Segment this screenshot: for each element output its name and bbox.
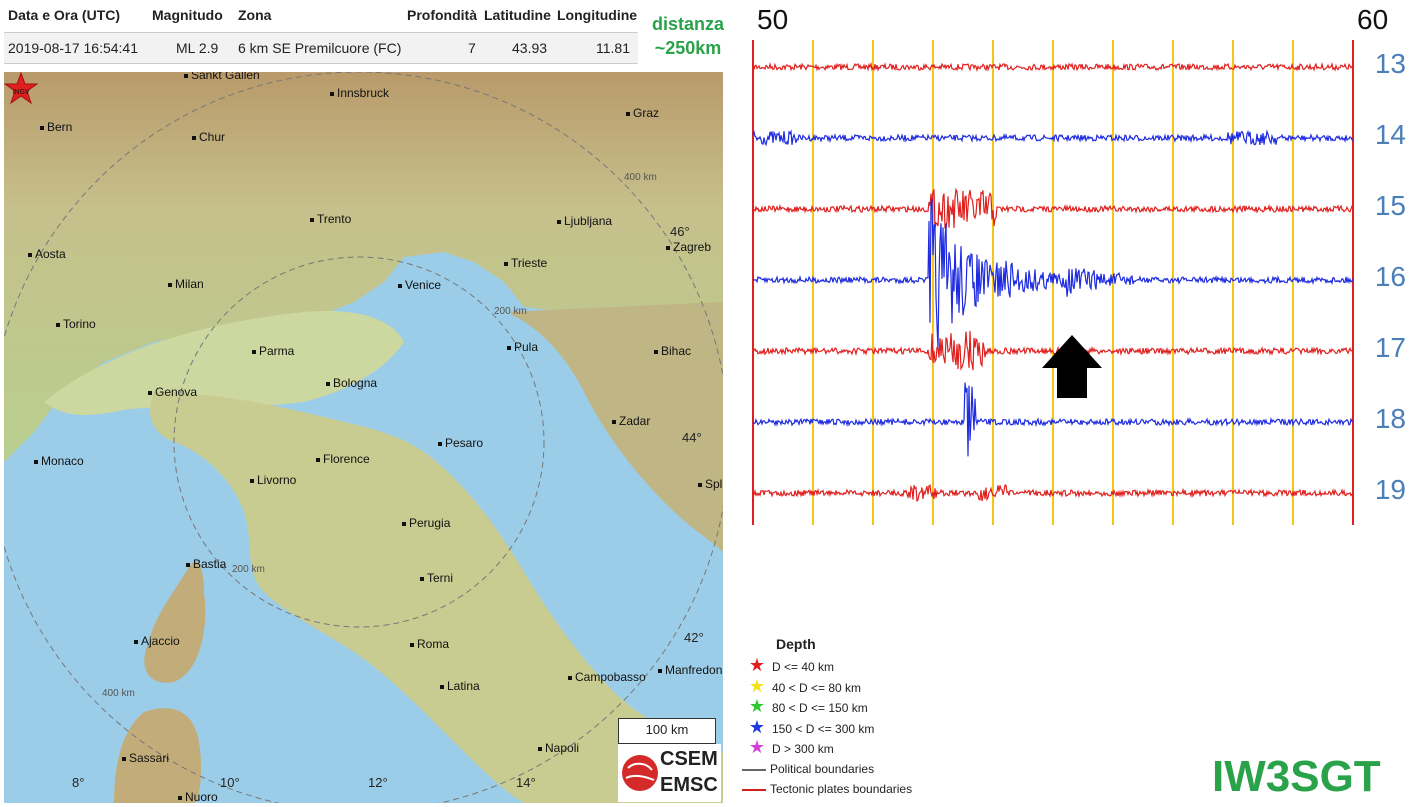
grid-label-42n: 42° (684, 630, 704, 645)
legend-item-political: Political boundaries (742, 762, 874, 776)
grid-label-46n: 46° (670, 224, 690, 239)
logo-csem: CSEM (660, 748, 718, 770)
legend-title: Depth (776, 636, 816, 652)
city-bihac: Bihac (654, 344, 691, 358)
col-depth-header: Profondità (407, 7, 477, 23)
epicenter-map[interactable]: Sankt Gallen Innsbruck Bern Chur Graz Tr… (4, 72, 723, 803)
col-magnitude-header: Magnitudo (152, 7, 223, 23)
ring-label-400km-sw: 400 km (102, 688, 135, 699)
city-trento: Trento (310, 212, 351, 226)
ring-label-400km-ne: 400 km (624, 172, 657, 183)
table-header-row: Data e Ora (UTC) Magnitudo Zona Profondi… (4, 0, 638, 30)
csem-emsc-logo: CSEM EMSC (618, 744, 721, 802)
city-ljubljana: Ljubljana (557, 214, 612, 228)
scale-bar: 100 km (618, 718, 716, 744)
cell-depth: 7 (468, 40, 476, 56)
scale-bar-label: 100 km (645, 722, 689, 737)
city-roma: Roma (410, 637, 449, 651)
city-florence: Florence (316, 452, 370, 466)
distance-label-line1: distanza (651, 14, 725, 34)
city-bologna: Bologna (326, 376, 377, 390)
city-livorno: Livorno (250, 473, 296, 487)
magenta-star-icon: ★ (748, 737, 766, 757)
city-bastia: Bastia (186, 557, 226, 571)
city-campobasso: Campobasso (568, 670, 646, 684)
city-sassari: Sassari (122, 751, 169, 765)
seismogram-panel: 50 60 13 14 15 16 17 18 19 (737, 0, 1410, 560)
legend-item-d300: ★ 150 < D <= 300 km (742, 717, 874, 738)
city-trieste: Trieste (504, 256, 547, 270)
yellow-star-icon: ★ (748, 676, 766, 696)
green-star-icon: ★ (748, 696, 766, 716)
grid-label-10e: 10° (220, 775, 240, 790)
grid-label-44n: 44° (682, 430, 702, 445)
city-terni: Terni (420, 571, 453, 585)
city-nuoro: Nuoro (178, 790, 218, 803)
city-sankt-gallen: Sankt Gallen (184, 72, 260, 82)
arrow-up-icon (1042, 335, 1102, 398)
logo-emsc: EMSC (660, 774, 718, 796)
city-milan: Milan (168, 277, 204, 291)
col-longitude-header: Longitudine (557, 7, 638, 23)
station-callsign: IW3SGT (1212, 752, 1381, 801)
legend-item-d150: ★ 80 < D <= 150 km (742, 696, 868, 717)
city-split: Spl (698, 477, 722, 491)
city-bern: Bern (40, 120, 72, 134)
city-pula: Pula (507, 340, 538, 354)
globe-icon (622, 755, 658, 791)
seismogram-traces (752, 40, 1354, 525)
col-datetime-header: Data e Ora (UTC) (8, 7, 121, 23)
col-zone-header: Zona (238, 7, 272, 23)
red-line-icon (742, 788, 766, 791)
city-pesaro: Pesaro (438, 436, 483, 450)
blue-star-icon: ★ (748, 717, 766, 737)
cell-latitude: 43.93 (512, 40, 548, 56)
col-latitude-header: Latitudine (484, 7, 551, 23)
epicenter-star-icon[interactable]: INGV (4, 72, 38, 106)
grid-label-8e: 8° (72, 775, 85, 790)
grey-line-icon (742, 768, 766, 771)
city-chur: Chur (192, 130, 225, 144)
cell-longitude: 11.81 (596, 40, 630, 56)
table-row[interactable]: 2019-08-17 16:54:41 ML 2.9 6 km SE Premi… (4, 32, 638, 64)
cell-zone: 6 km SE Premilcuore (FC) (238, 40, 402, 56)
city-aosta: Aosta (28, 247, 66, 261)
legend-item-d40: ★ D <= 40 km (742, 655, 834, 676)
ring-label-200km-ne: 200 km (494, 306, 527, 317)
city-napoli: Napoli (538, 741, 579, 755)
city-monaco: Monaco (34, 454, 84, 468)
city-genova: Genova (148, 385, 197, 399)
epicenter-label: INGV (12, 89, 29, 96)
legend-item-tectonic: Tectonic plates boundaries (742, 782, 912, 796)
city-torino: Torino (56, 317, 96, 331)
cell-datetime: 2019-08-17 16:54:41 (8, 40, 138, 56)
city-zadar: Zadar (612, 414, 650, 428)
distance-label: distanza ~250km (640, 12, 736, 60)
city-latina: Latina (440, 679, 480, 693)
city-perugia: Perugia (402, 516, 450, 530)
red-star-icon: ★ (748, 655, 766, 675)
city-graz: Graz (626, 106, 659, 120)
city-parma: Parma (252, 344, 294, 358)
city-venice: Venice (398, 278, 441, 292)
grid-label-14e: 14° (516, 775, 536, 790)
ring-label-200km-sw: 200 km (232, 564, 265, 575)
distance-label-line2: ~250km (654, 38, 722, 58)
legend-item-d80: ★ 40 < D <= 80 km (742, 676, 861, 697)
legend-item-d300plus: ★ D > 300 km (742, 737, 834, 758)
city-zagreb: Zagreb (666, 240, 711, 254)
city-ajaccio: Ajaccio (134, 634, 180, 648)
city-innsbruck: Innsbruck (330, 86, 389, 100)
city-manfredonia: Manfredon (658, 663, 722, 677)
grid-label-12e: 12° (368, 775, 388, 790)
cell-magnitude: ML 2.9 (176, 40, 219, 56)
